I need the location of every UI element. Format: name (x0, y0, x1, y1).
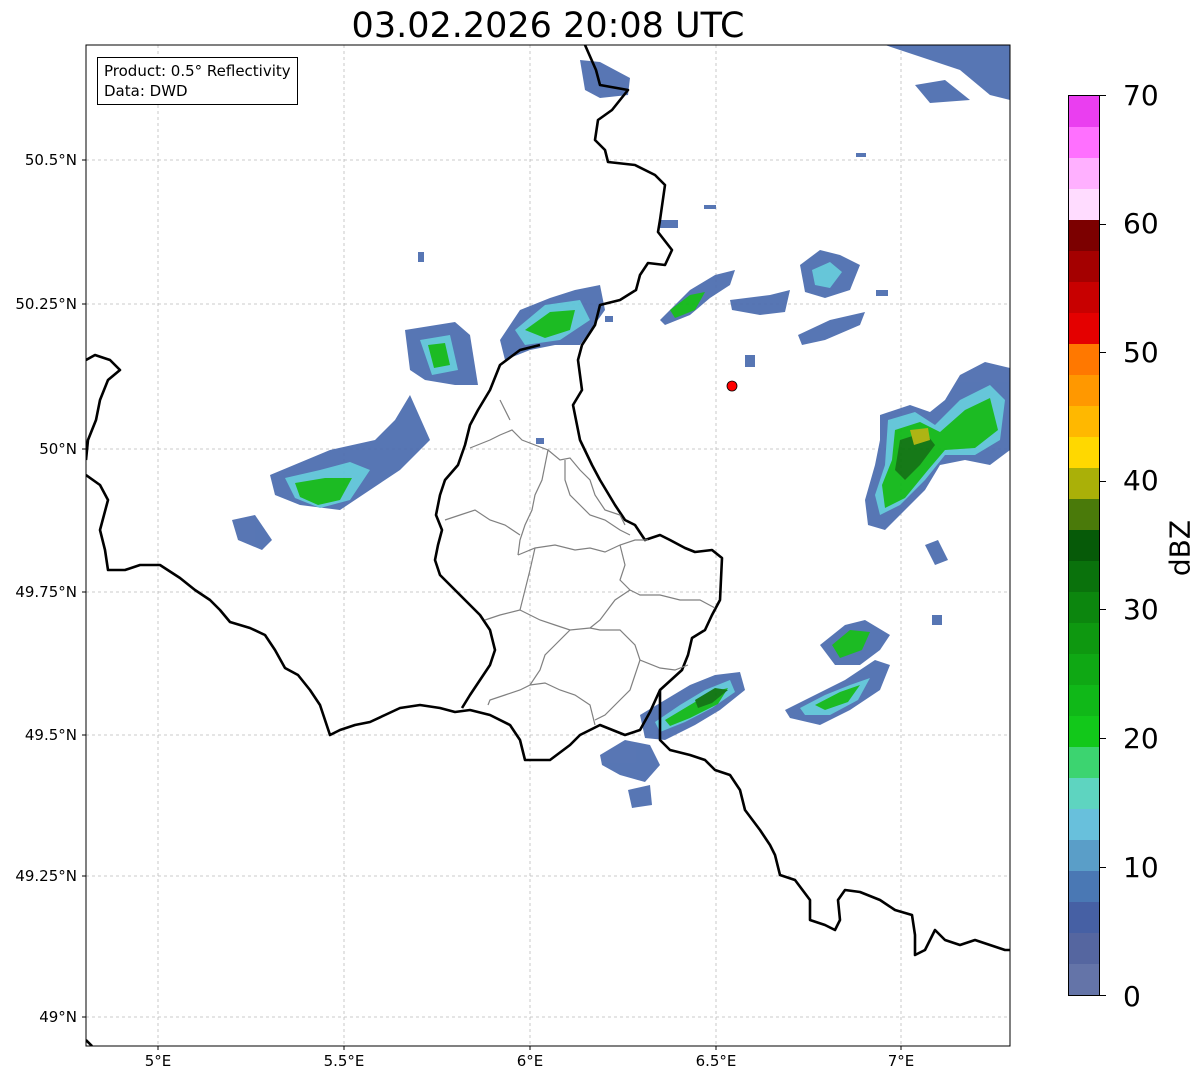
lat-label: 49.75°N (15, 583, 77, 601)
colorbar-tick (1100, 867, 1106, 868)
colorbar-segment (1069, 871, 1099, 902)
colorbar-segment (1069, 499, 1099, 530)
colorbar-segment (1069, 654, 1099, 685)
colorbar-label: 40 (1123, 464, 1159, 497)
colorbar-segment (1069, 313, 1099, 344)
colorbar-label: 20 (1123, 722, 1159, 755)
border-lu-east (658, 690, 1010, 957)
colorbar-tick (1100, 738, 1106, 739)
lat-label: 49.5°N (24, 726, 77, 744)
colorbar-label: 30 (1123, 593, 1159, 626)
colorbar-segment (1069, 809, 1099, 840)
lon-label: 5.5°E (323, 1052, 365, 1070)
colorbar-segment (1069, 685, 1099, 716)
colorbar-tick (1100, 95, 1106, 96)
colorbar-segment (1069, 623, 1099, 654)
colorbar-segment (1069, 158, 1099, 189)
product-label: Product: 0.5° Reflectivity (104, 62, 291, 80)
colorbar-segment (1069, 344, 1099, 375)
colorbar-label: 0 (1123, 980, 1141, 1013)
colorbar-tick (1100, 224, 1106, 225)
colorbar-tick (1100, 995, 1106, 996)
colorbar-label: 10 (1123, 851, 1159, 884)
colorbar-segment (1069, 530, 1099, 561)
colorbar-segment (1069, 902, 1099, 933)
colorbar-segment (1069, 716, 1099, 747)
colorbar-label: 70 (1123, 79, 1159, 112)
lat-label: 50°N (39, 440, 77, 458)
colorbar-segment (1069, 251, 1099, 282)
echo-top-border (580, 60, 630, 98)
colorbar-unit: dBZ (1163, 519, 1197, 577)
colorbar-segment (1069, 437, 1099, 468)
colorbar-segment (1069, 933, 1099, 964)
colorbar-segment (1069, 96, 1099, 127)
colorbar-segment (1069, 189, 1099, 220)
colorbar-label: 50 (1123, 336, 1159, 369)
colorbar-tick (1100, 481, 1106, 482)
radar-site-marker (726, 380, 738, 392)
colorbar-tick (1100, 352, 1106, 353)
colorbar-segment (1069, 406, 1099, 437)
colorbar-segment (1069, 592, 1099, 623)
colorbar-segment (1069, 220, 1099, 251)
lon-label: 7°E (887, 1052, 915, 1070)
colorbar-segment (1069, 375, 1099, 406)
colorbar-tick (1100, 609, 1106, 610)
lat-label: 49.25°N (15, 867, 77, 885)
lat-label: 50.25°N (15, 295, 77, 313)
colorbar-segment (1069, 778, 1099, 809)
colorbar-segment (1069, 127, 1099, 158)
map-plot[interactable] (0, 0, 1202, 1081)
colorbar-label: 60 (1123, 207, 1159, 240)
colorbar-segment (1069, 964, 1099, 995)
colorbar-segment (1069, 840, 1099, 871)
colorbar (1068, 95, 1100, 996)
colorbar-segment (1069, 468, 1099, 499)
product-info-box: Product: 0.5° Reflectivity Data: DWD (97, 57, 298, 105)
data-source-label: Data: DWD (104, 82, 188, 100)
lat-label: 50.5°N (24, 151, 77, 169)
lat-label: 49°N (39, 1008, 77, 1026)
lon-label: 6.5°E (695, 1052, 737, 1070)
colorbar-segment (1069, 282, 1099, 313)
radar-echoes (232, 45, 1010, 808)
colorbar-segment (1069, 561, 1099, 592)
lon-label: 6°E (516, 1052, 544, 1070)
border-be-de-lu-east (86, 45, 724, 762)
colorbar-segment (1069, 747, 1099, 778)
lon-label: 5°E (144, 1052, 172, 1070)
